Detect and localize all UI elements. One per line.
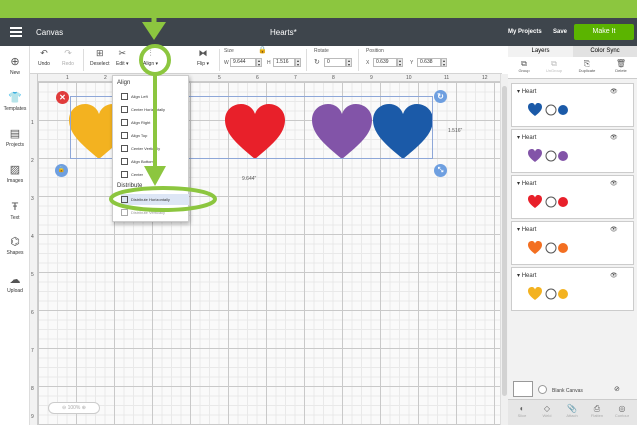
- delete-button[interactable]: 🗑 Delete: [607, 59, 635, 73]
- layer-name: ▾ Heart: [517, 135, 537, 141]
- layer-name-text: Heart: [521, 181, 537, 187]
- duplicate-button[interactable]: ⎘ Duplicate: [573, 59, 601, 73]
- blank-canvas-label: Blank Canvas: [552, 388, 583, 394]
- visibility-eye-icon[interactable]: 👁: [610, 134, 618, 141]
- annotation-ellipse: [109, 186, 217, 212]
- layer-name-text: Heart: [521, 89, 537, 95]
- layer-row[interactable]: ▾ Heart 👁: [511, 267, 634, 311]
- attach-button[interactable]: 📎 Attach: [560, 404, 584, 418]
- zoom-level: 100%: [67, 405, 81, 411]
- layer-row[interactable]: ▾ Heart 👁: [511, 175, 634, 219]
- visibility-eye-icon[interactable]: 👁: [610, 272, 618, 279]
- ungroup-label: UnGroup: [545, 68, 563, 73]
- tool-label: Weld: [542, 413, 552, 418]
- group-icon: ⧉: [521, 59, 527, 68]
- layer-name: ▾ Heart: [517, 273, 537, 279]
- flatten-icon: ⎙: [593, 404, 601, 413]
- layer-row[interactable]: ▾ Heart 👁: [511, 129, 634, 173]
- tab-color-sync[interactable]: Color Sync: [573, 46, 637, 57]
- annotation-circle: [139, 44, 171, 76]
- group-label: Group: [518, 68, 530, 73]
- slice-button[interactable]: ◐ Slice: [510, 404, 534, 418]
- color-dot: [558, 289, 568, 299]
- heart-swatch-icon: [528, 241, 542, 254]
- flatten-button[interactable]: ⎙ Flatten: [585, 404, 609, 418]
- blank-canvas-swatch[interactable]: [513, 381, 533, 397]
- tab-layers[interactable]: Layers: [508, 46, 573, 57]
- tool-label: Contour: [614, 413, 630, 418]
- layer-swatches: [528, 287, 568, 300]
- zoom-control[interactable]: ⊖ 100% ⊕: [48, 402, 100, 414]
- layer-row[interactable]: ▾ Heart 👁: [511, 221, 634, 265]
- color-dot: [558, 151, 568, 161]
- layer-name-text: Heart: [521, 135, 537, 141]
- cut-operation-icon: [545, 104, 557, 116]
- layer-row[interactable]: ▾ Heart 👁: [511, 83, 634, 127]
- color-dot: [558, 197, 568, 207]
- contour-button[interactable]: ◎ Contour: [610, 404, 634, 418]
- annotation-arrowhead: [142, 22, 166, 40]
- cut-operation-icon: [545, 242, 557, 254]
- weld-icon: ◇: [543, 404, 551, 413]
- layer-actions-bar: ⧉ Group ⧉ UnGroup ⎘ Duplicate 🗑 Delete: [508, 57, 637, 79]
- layer-swatches: [528, 241, 568, 254]
- ungroup-icon: ⧉: [551, 59, 557, 68]
- tool-label: Slice: [517, 413, 527, 418]
- heart-swatch-icon: [528, 195, 542, 208]
- group-button[interactable]: ⧉ Group: [510, 59, 538, 73]
- layer-name: ▾ Heart: [517, 89, 537, 95]
- heart-swatch-icon: [528, 287, 542, 300]
- visibility-eye-icon[interactable]: 👁: [610, 180, 618, 187]
- heart-swatch-icon: [528, 149, 542, 162]
- visibility-eye-icon[interactable]: 👁: [610, 88, 618, 95]
- tool-label: Flatten: [590, 413, 604, 418]
- layers-panel: Layers Color Sync ⧉ Group ⧉ UnGroup ⎘ Dupli…: [508, 46, 637, 425]
- cut-operation-icon: [545, 150, 557, 162]
- slice-icon: ◐: [519, 404, 525, 413]
- contour-icon: ◎: [618, 404, 626, 413]
- layer-name: ▾ Heart: [517, 181, 537, 187]
- color-dot: [558, 105, 568, 115]
- layer-swatches: [528, 195, 568, 208]
- duplicate-icon: ⎘: [583, 59, 591, 68]
- visibility-eye-icon[interactable]: 👁: [610, 226, 618, 233]
- bottom-tools-bar: ◐ Slice ◇ Weld 📎 Attach ⎙ Flatten ◎ Contour: [508, 399, 637, 425]
- annotation-arrowhead: [144, 166, 166, 186]
- hide-icon[interactable]: ⊘: [614, 385, 620, 393]
- panel-tabs: Layers Color Sync: [508, 46, 637, 57]
- layer-swatches: [528, 149, 568, 162]
- blank-canvas-toggle[interactable]: [538, 385, 547, 394]
- layer-swatches: [528, 103, 568, 116]
- weld-button[interactable]: ◇ Weld: [535, 404, 559, 418]
- cut-operation-icon: [545, 196, 557, 208]
- heart-swatch-icon: [528, 103, 542, 116]
- tool-label: Attach: [566, 413, 578, 418]
- layer-name: ▾ Heart: [517, 227, 537, 233]
- layer-name-text: Heart: [521, 227, 537, 233]
- color-dot: [558, 243, 568, 253]
- layer-name-text: Heart: [521, 273, 537, 279]
- delete-label: Delete: [615, 68, 627, 73]
- trash-icon: 🗑: [615, 59, 627, 68]
- duplicate-label: Duplicate: [578, 68, 596, 73]
- cut-operation-icon: [545, 288, 557, 300]
- attach-icon: 📎: [567, 404, 577, 413]
- ungroup-button[interactable]: ⧉ UnGroup: [540, 59, 568, 73]
